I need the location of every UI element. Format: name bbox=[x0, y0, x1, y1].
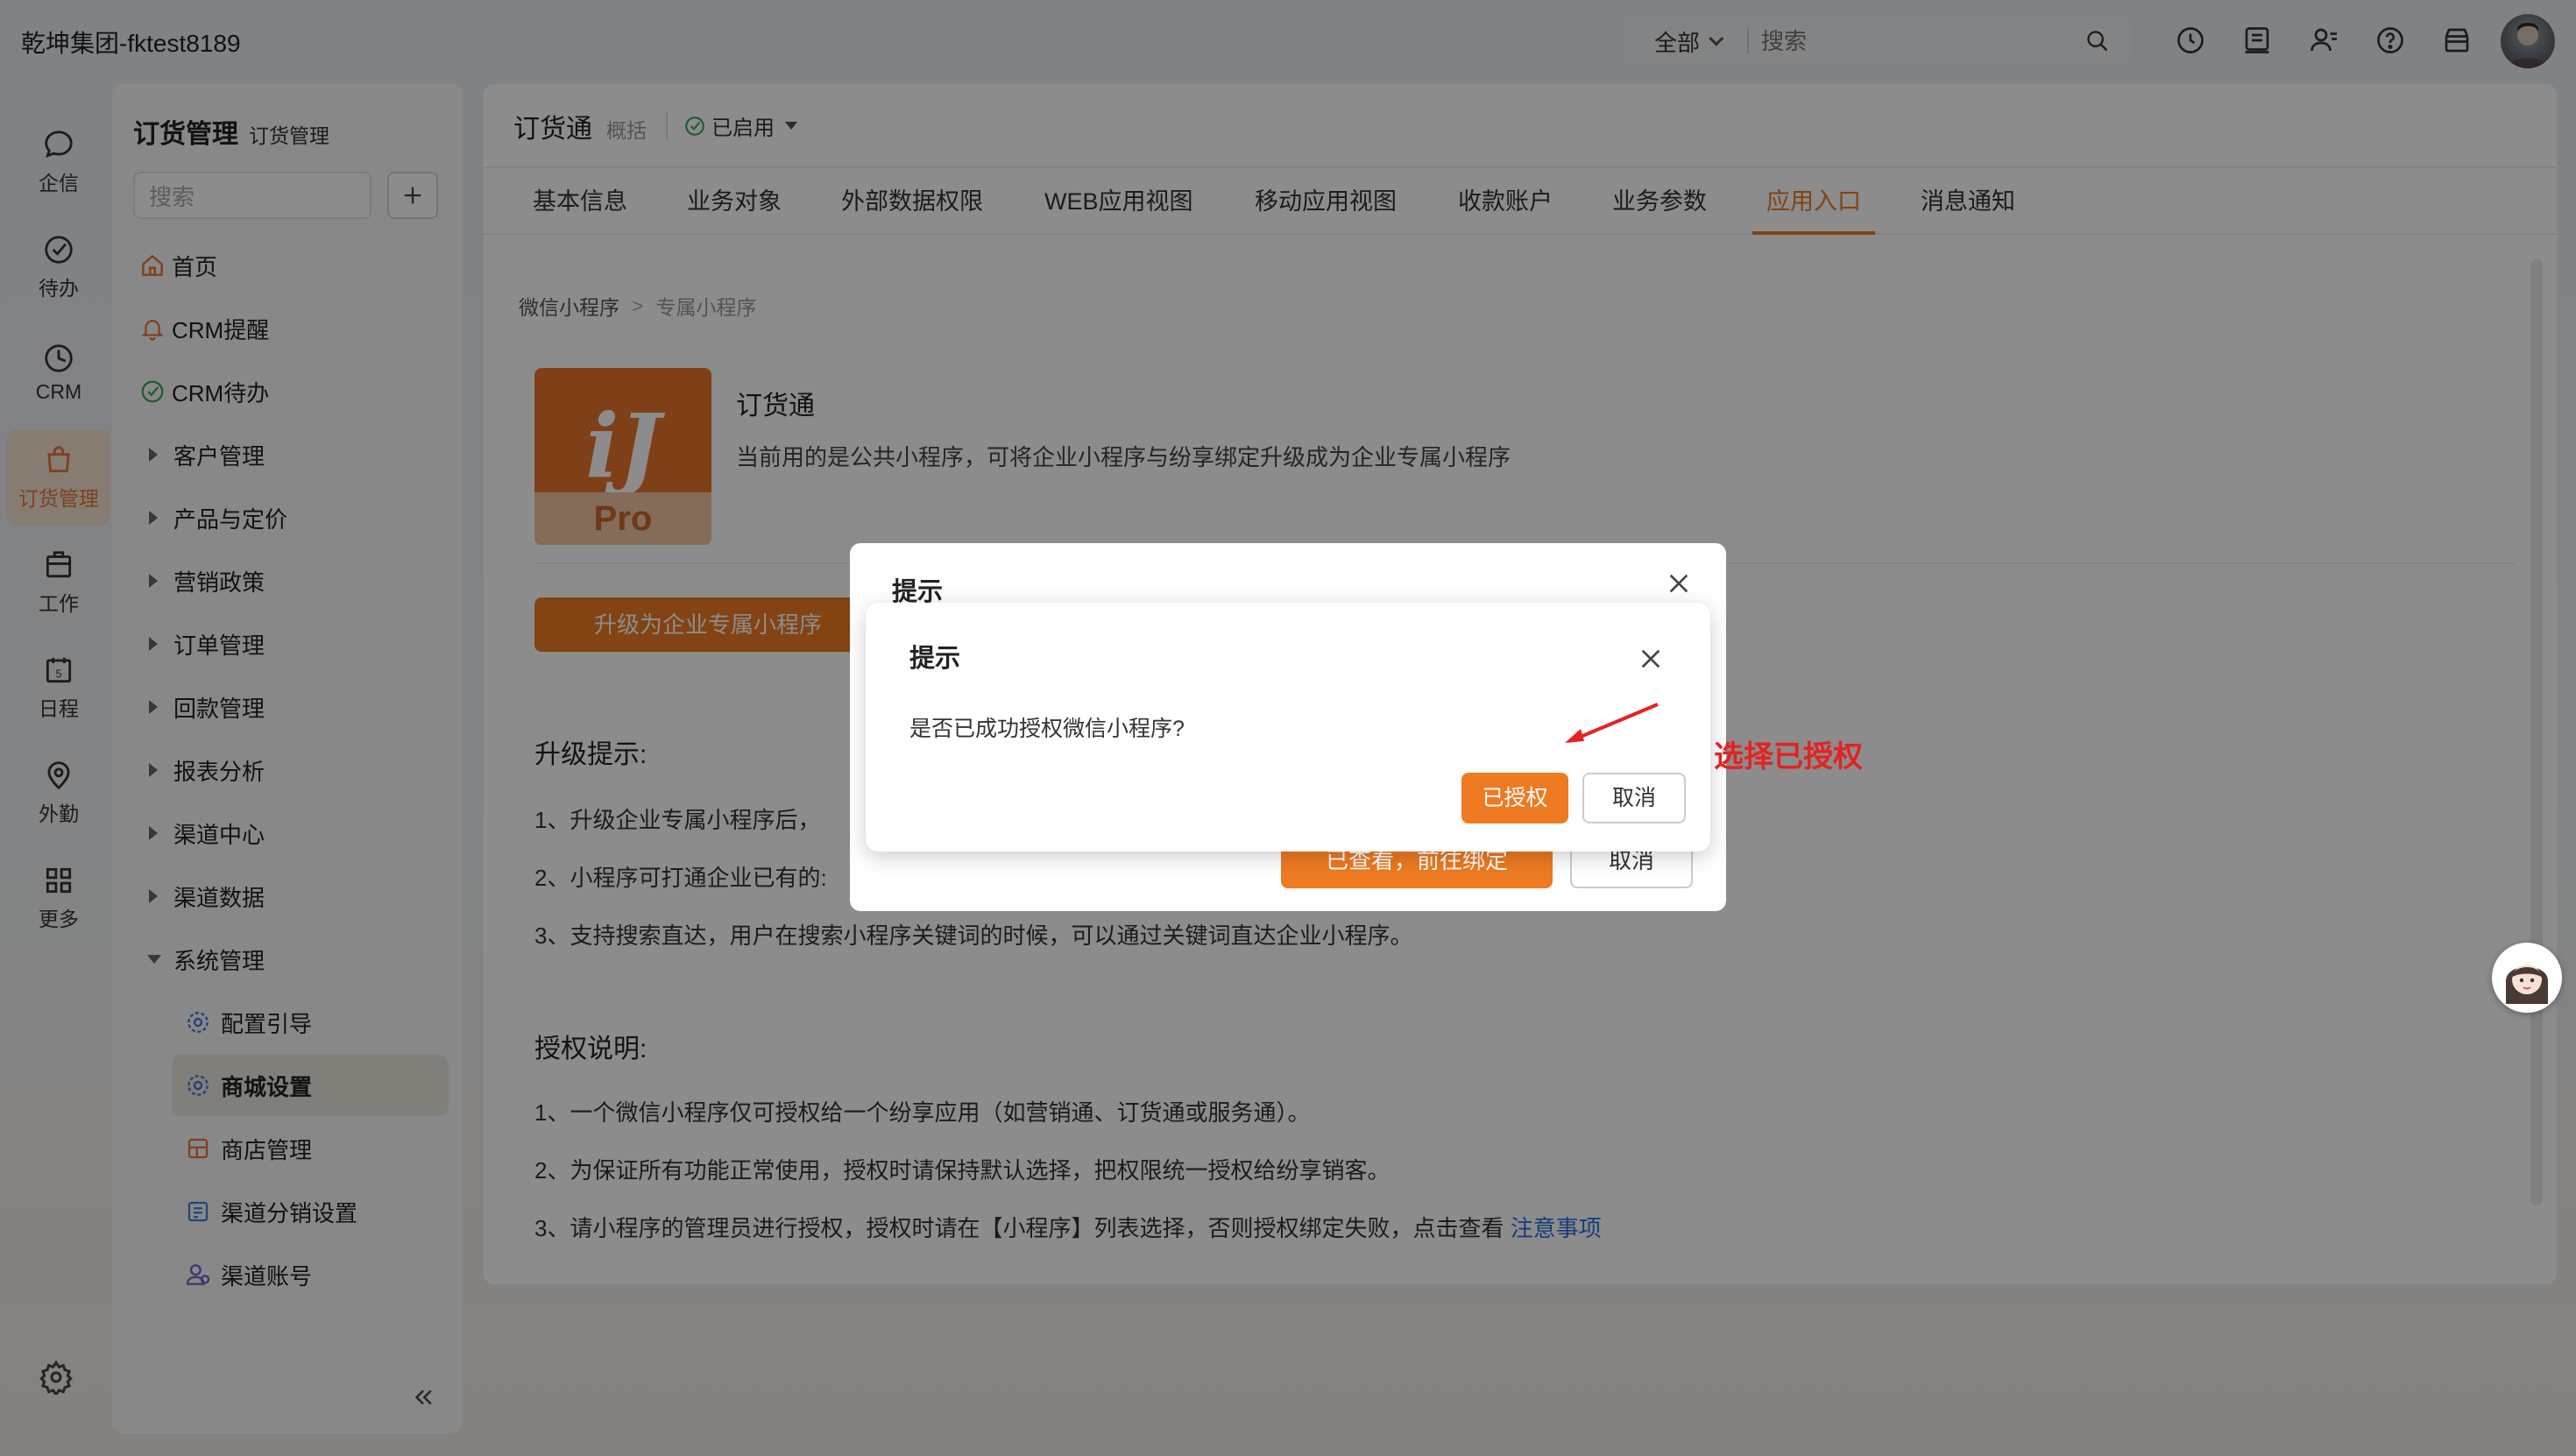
annotation-label: 选择已授权 bbox=[1714, 740, 1863, 774]
close-icon[interactable] bbox=[1637, 645, 1665, 673]
close-icon[interactable] bbox=[1665, 569, 1693, 597]
dialog-title: 提示 bbox=[909, 645, 961, 673]
cancel-button[interactable]: 取消 bbox=[1582, 773, 1686, 823]
assistant-avatar[interactable] bbox=[2492, 943, 2562, 1013]
annotation-arrow-icon bbox=[1565, 703, 1659, 743]
dialog-message: 是否已成功授权微信小程序? bbox=[909, 717, 1185, 741]
authorized-button[interactable]: 已授权 bbox=[1461, 773, 1568, 823]
